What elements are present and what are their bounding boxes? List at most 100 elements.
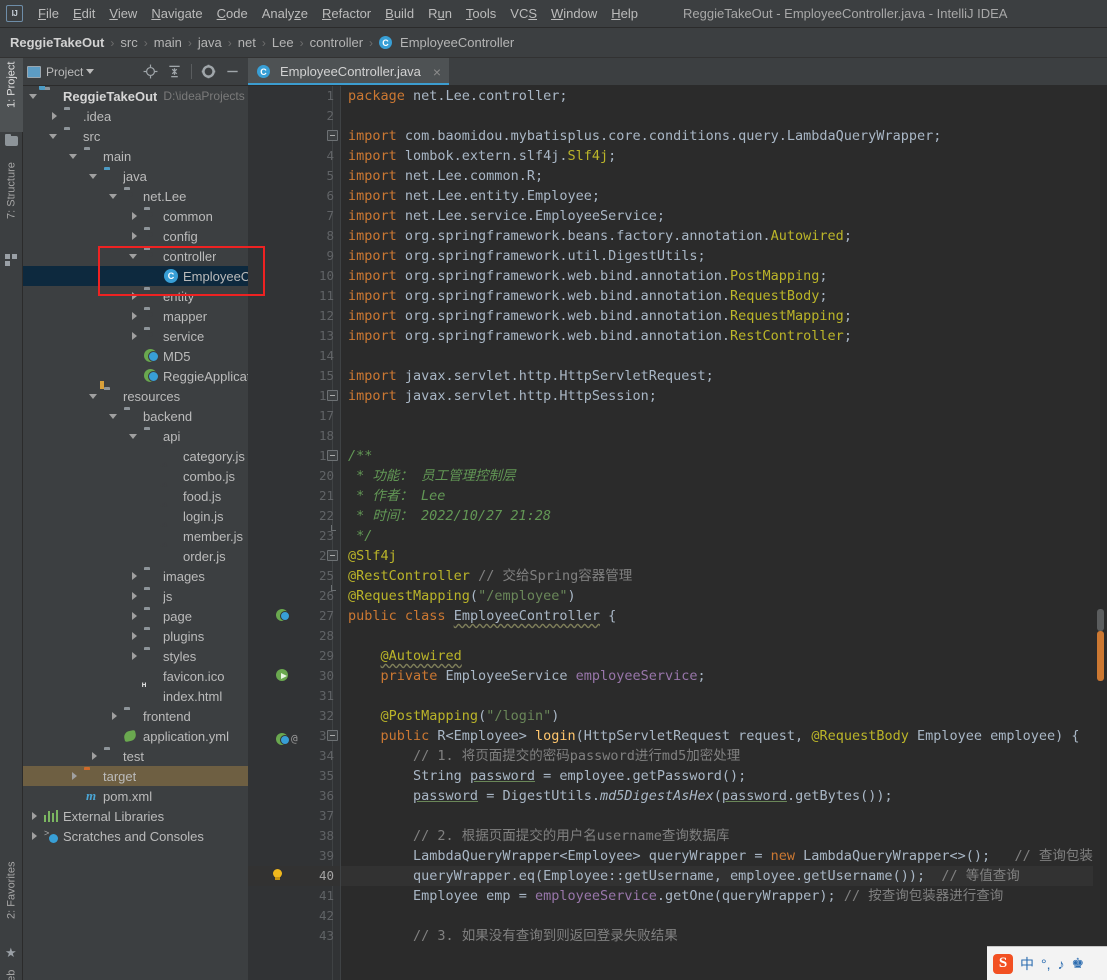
spring-autowired-gutter-icon[interactable] — [276, 669, 289, 682]
chevron-down-icon[interactable] — [129, 431, 140, 442]
tree-node-target[interactable]: target — [23, 766, 248, 786]
tree-node-application-yml[interactable]: application.yml — [23, 726, 248, 746]
chevron-right-icon[interactable] — [89, 751, 100, 762]
gutter-line-38[interactable]: 38 — [248, 826, 340, 846]
menu-navigate[interactable]: Navigate — [144, 3, 209, 24]
chevron-right-icon[interactable] — [49, 111, 60, 122]
gutter-line-6[interactable]: 6 — [248, 186, 340, 206]
gutter-line-28[interactable]: 28 — [248, 626, 340, 646]
gutter-line-22[interactable]: 22 — [248, 506, 340, 526]
tree-node-service[interactable]: service — [23, 326, 248, 346]
gutter-line-16[interactable]: 16 — [248, 386, 340, 406]
tree-node-member-js[interactable]: member.js — [23, 526, 248, 546]
breadcrumb-item-lee[interactable]: Lee — [272, 35, 294, 50]
tree-node-java[interactable]: java — [23, 166, 248, 186]
sidebar-item-structure[interactable]: 7: Structure — [0, 158, 23, 250]
breadcrumb-item-net[interactable]: net — [238, 35, 256, 50]
menu-vcs[interactable]: VCS — [503, 3, 544, 24]
gutter-line-31[interactable]: 31 — [248, 686, 340, 706]
chevron-down-icon[interactable] — [89, 171, 100, 182]
menu-edit[interactable]: Edit — [66, 3, 102, 24]
tree-node-food-js[interactable]: food.js — [23, 486, 248, 506]
tree-node-backend[interactable]: backend — [23, 406, 248, 426]
code-fold-handle[interactable] — [331, 585, 336, 591]
chevron-right-icon[interactable] — [129, 331, 140, 342]
tree-node-reggieapplicatio[interactable]: ReggieApplicatio — [23, 366, 248, 386]
tree-node-test[interactable]: test — [23, 746, 248, 766]
chevron-right-icon[interactable] — [129, 211, 140, 222]
editor-scrollbar[interactable] — [1093, 114, 1107, 980]
sidebar-item-web[interactable]: Web — [0, 966, 23, 980]
gutter-line-41[interactable]: 41 — [248, 886, 340, 906]
sogou-ime-toolbar[interactable]: S 中 °, ♪ ♚ — [987, 946, 1107, 980]
close-icon[interactable]: × — [433, 64, 441, 80]
menu-view[interactable]: View — [102, 3, 144, 24]
code-fold-handle[interactable] — [327, 450, 338, 461]
tree-node-styles[interactable]: styles — [23, 646, 248, 666]
tree-node-net-lee[interactable]: net.Lee — [23, 186, 248, 206]
spring-bean-gutter-icon[interactable] — [276, 609, 290, 622]
gear-icon[interactable] — [201, 64, 216, 79]
gutter-line-15[interactable]: 15 — [248, 366, 340, 386]
chevron-right-icon[interactable] — [129, 291, 140, 302]
menu-help[interactable]: Help — [604, 3, 645, 24]
gutter-line-23[interactable]: 23 — [248, 525, 340, 546]
locate-icon[interactable] — [143, 64, 158, 79]
gutter-line-34[interactable]: 34 — [248, 746, 340, 766]
chevron-down-icon[interactable] — [109, 411, 120, 422]
gutter-line-12[interactable]: 12 — [248, 306, 340, 326]
ime-skin-icon[interactable]: ♚ — [1072, 955, 1085, 972]
menu-tools[interactable]: Tools — [459, 3, 503, 24]
gutter-line-29[interactable]: 29 — [248, 646, 340, 666]
gutter-line-3[interactable]: 3 — [248, 126, 340, 146]
menu-refactor[interactable]: Refactor — [315, 3, 378, 24]
tree-node-order-js[interactable]: order.js — [23, 546, 248, 566]
scrollbar-thumb[interactable] — [1097, 609, 1104, 631]
tree-node-api[interactable]: api — [23, 426, 248, 446]
gutter-line-39[interactable]: 39 — [248, 846, 340, 866]
breadcrumb-item-src[interactable]: src — [120, 35, 137, 50]
code-editor[interactable]: 1234567891011121314151617181920212223242… — [248, 86, 1107, 980]
chevron-down-icon[interactable] — [129, 251, 140, 262]
gutter-line-27[interactable]: 27 — [248, 606, 340, 626]
code-fold-handle[interactable] — [327, 130, 338, 141]
breadcrumb-item-reggietakeout[interactable]: ReggieTakeOut — [10, 35, 104, 50]
gutter-line-21[interactable]: 21 — [248, 486, 340, 506]
project-tree[interactable]: ReggieTakeOut D:\ideaProjects .idea src main… — [23, 86, 248, 980]
gutter-line-14[interactable]: 14 — [248, 346, 340, 366]
tree-node-combo-js[interactable]: combo.js — [23, 466, 248, 486]
gutter-line-1[interactable]: 1 — [248, 86, 340, 106]
menu-window[interactable]: Window — [544, 3, 604, 24]
tree-node-login-js[interactable]: login.js — [23, 506, 248, 526]
chevron-right-icon[interactable] — [129, 631, 140, 642]
menu-run[interactable]: Run — [421, 3, 459, 24]
chevron-right-icon[interactable] — [129, 231, 140, 242]
tree-node-controller[interactable]: controller — [23, 246, 248, 266]
menu-analyze[interactable]: Analyze — [255, 3, 315, 24]
code-fold-handle[interactable] — [327, 730, 338, 741]
tree-node-resources[interactable]: resources — [23, 381, 248, 406]
gutter-line-7[interactable]: 7 — [248, 206, 340, 226]
gutter-line-4[interactable]: 4 — [248, 146, 340, 166]
menu-build[interactable]: Build — [378, 3, 421, 24]
tree-node-entity[interactable]: entity — [23, 286, 248, 306]
gutter-line-24[interactable]: 24 — [248, 546, 340, 566]
chevron-right-icon[interactable] — [29, 831, 40, 842]
code-content[interactable]: package net.Lee.controller; import com.b… — [340, 86, 1107, 980]
chevron-right-icon[interactable] — [129, 311, 140, 322]
ime-note-icon[interactable]: ♪ — [1058, 956, 1065, 972]
gutter-line-42[interactable]: 42 — [248, 906, 340, 926]
gutter-line-35[interactable]: 35 — [248, 766, 340, 786]
tree-node-page[interactable]: page — [23, 606, 248, 626]
tree-node-pom-xml[interactable]: m pom.xml — [23, 786, 248, 806]
gutter-line-13[interactable]: 13 — [248, 326, 340, 346]
breadcrumb-item-main[interactable]: main — [154, 35, 182, 50]
tree-node-category-js[interactable]: category.js — [23, 446, 248, 466]
collapse-all-icon[interactable] — [167, 64, 182, 79]
gutter-line-10[interactable]: 10 — [248, 266, 340, 286]
code-fold-handle[interactable] — [327, 550, 338, 561]
tree-node-config[interactable]: config — [23, 226, 248, 246]
chevron-right-icon[interactable] — [129, 651, 140, 662]
chevron-down-icon[interactable] — [49, 131, 60, 142]
tree-node-plugins[interactable]: plugins — [23, 626, 248, 646]
